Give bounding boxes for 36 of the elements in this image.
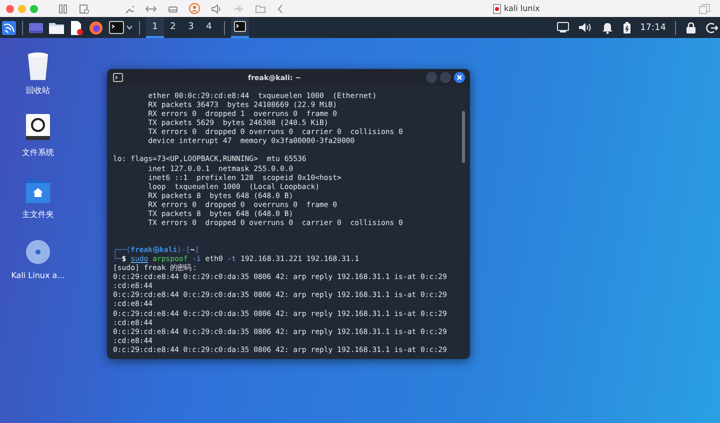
pause-icon[interactable] — [58, 4, 68, 14]
battery-icon[interactable] — [623, 22, 632, 34]
bell-icon[interactable] — [602, 22, 614, 34]
close-icon[interactable] — [454, 72, 465, 83]
chevron-left-icon[interactable] — [277, 4, 283, 14]
speaker-icon[interactable] — [211, 4, 222, 14]
firefox-icon[interactable] — [89, 20, 103, 34]
snapshot-icon[interactable] — [79, 4, 89, 14]
workspace-tab[interactable]: 4 — [200, 17, 218, 38]
workspace-tab[interactable]: 3 — [182, 17, 200, 38]
document-icon — [493, 4, 501, 14]
text-editor-icon[interactable] — [70, 20, 83, 34]
arrows-icon[interactable] — [145, 4, 157, 14]
desktop-icon-label[interactable]: Kali Linux a... — [11, 271, 65, 280]
desktop-icon-label[interactable]: 文件系统 — [22, 147, 54, 158]
maximize-icon[interactable] — [30, 4, 38, 12]
lock-icon[interactable] — [686, 22, 696, 34]
dragon-menu-icon[interactable] — [2, 20, 16, 34]
clock[interactable]: 17:14 — [640, 22, 666, 32]
volume-icon[interactable] — [579, 22, 592, 33]
caret-icon[interactable] — [126, 25, 133, 30]
terminal-icon — [234, 21, 246, 32]
desktop-icon-label[interactable]: 主文件夹 — [22, 209, 54, 220]
folder-icon[interactable] — [49, 22, 64, 34]
person-icon[interactable] — [189, 3, 200, 14]
window-title: kali lunix — [504, 4, 540, 13]
desktop-icon-label[interactable]: 回收站 — [26, 85, 50, 96]
logout-icon[interactable] — [706, 22, 718, 34]
terminal-icon — [113, 73, 123, 82]
taskbar-window-button[interactable] — [231, 17, 249, 38]
workspace-tab[interactable]: 1 — [146, 17, 164, 38]
workspace-tab[interactable]: 2 — [164, 17, 182, 38]
scrollbar-thumb[interactable] — [462, 111, 465, 163]
desktop-icon[interactable] — [29, 22, 43, 34]
display-icon[interactable] — [557, 22, 570, 33]
terminal-icon[interactable] — [109, 21, 124, 34]
